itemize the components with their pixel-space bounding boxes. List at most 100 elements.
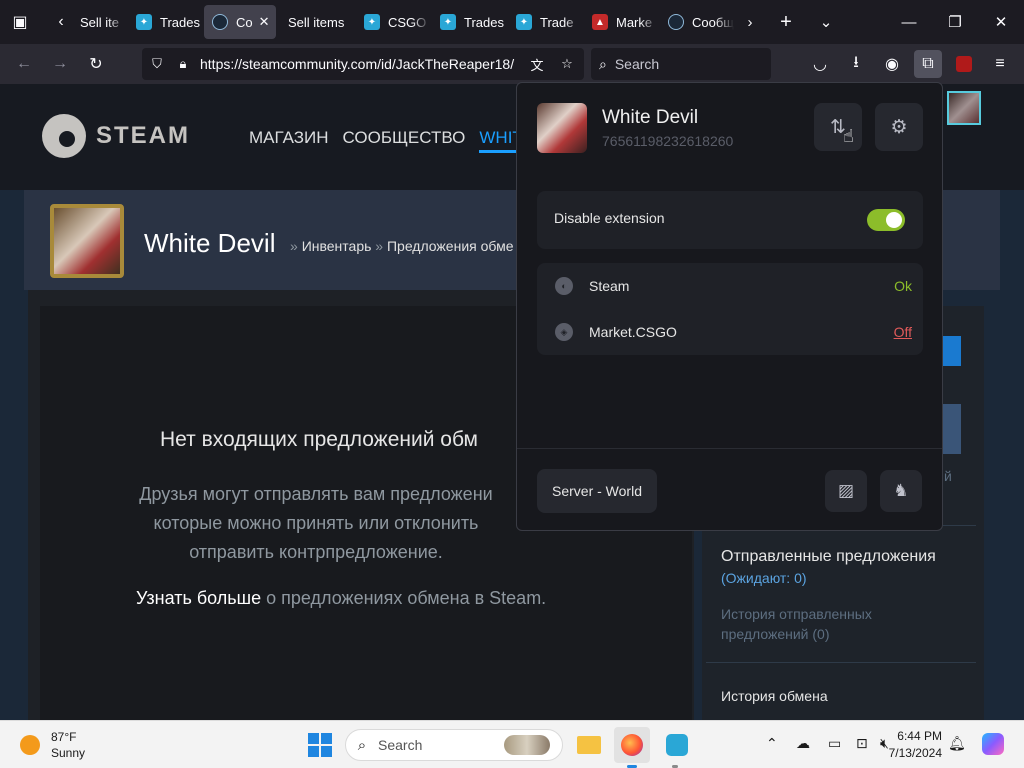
close-window-icon[interactable]: ✕ bbox=[978, 0, 1024, 44]
nav-store[interactable]: МАГАЗИН bbox=[249, 128, 328, 153]
tab-label: Trades bbox=[464, 14, 504, 30]
show-hidden-icons-chevron-icon[interactable]: ⌃ bbox=[766, 735, 778, 752]
extension-user-name: White Devil bbox=[602, 107, 699, 128]
close-tab-icon[interactable]: ✕ bbox=[259, 14, 270, 30]
search-icon: ⌕ bbox=[357, 736, 367, 754]
pocket-icon[interactable]: ◡ bbox=[806, 50, 834, 78]
mouse-cursor-icon: ☝ bbox=[843, 126, 854, 146]
notifications-bell-icon[interactable]: 🔔︎ bbox=[948, 735, 966, 752]
sidebar-divider bbox=[706, 662, 976, 663]
dota2-icon[interactable]: ▨ bbox=[825, 470, 867, 512]
sidebar-secondary-button[interactable] bbox=[942, 404, 961, 454]
profile-avatar[interactable] bbox=[50, 204, 124, 278]
learn-more-line: Узнать больше о предложениях обмена в St… bbox=[136, 588, 546, 609]
windows-start-icon[interactable] bbox=[308, 733, 332, 757]
taskbar-search-label: Search bbox=[378, 737, 423, 753]
sent-offers-title[interactable]: Отправленные предложения bbox=[721, 548, 936, 566]
service-status-ok: Ok bbox=[894, 278, 912, 294]
sidebar-hint-text: й bbox=[944, 468, 952, 484]
tab-list-chevron-icon[interactable]: ⌄ bbox=[803, 0, 849, 44]
tab-trade[interactable]: ✦ Trade bbox=[508, 5, 582, 39]
url-text[interactable]: https://steamcommunity.com/id/JackTheRea… bbox=[200, 56, 520, 72]
translate-icon[interactable]: 文 bbox=[522, 55, 552, 74]
tab-steam-community[interactable]: Co ✕ bbox=[204, 5, 276, 39]
file-explorer-icon[interactable] bbox=[571, 727, 607, 763]
breadcrumb-inventory[interactable]: Инвентарь bbox=[302, 238, 372, 254]
steam-logo[interactable]: STEAM bbox=[42, 114, 190, 158]
learn-more-text: о предложениях обмена в Steam. bbox=[266, 588, 547, 608]
bookmark-star-icon[interactable]: ☆ bbox=[552, 56, 582, 72]
header-avatar[interactable] bbox=[947, 91, 981, 125]
account-icon[interactable]: ◉ bbox=[878, 50, 906, 78]
tab-csgo[interactable]: ✦ CSGO bbox=[356, 5, 430, 39]
disable-extension-label: Disable extension bbox=[554, 210, 665, 226]
server-select-button[interactable]: Server - World bbox=[537, 469, 657, 513]
ublock-icon[interactable] bbox=[950, 50, 978, 78]
market-icon: ▲ bbox=[592, 14, 608, 30]
maximize-icon[interactable]: ❐ bbox=[932, 0, 978, 44]
steam-logo-text: STEAM bbox=[96, 122, 190, 149]
market-csgo-icon: ◈ bbox=[555, 323, 573, 341]
display-icon[interactable]: ▭ bbox=[828, 735, 841, 752]
sent-offers-count[interactable]: (Ожидают: 0) bbox=[721, 570, 807, 586]
weather-temperature[interactable]: 87°F bbox=[51, 730, 76, 744]
forward-icon[interactable]: → bbox=[46, 50, 74, 78]
url-bar[interactable]: ⛉ 🔒︎ https://steamcommunity.com/id/JackT… bbox=[142, 48, 584, 80]
empty-state-description: Друзья могут отправлять вам предложени к… bbox=[139, 484, 493, 562]
csgo-icon: ✦ bbox=[440, 14, 456, 30]
back-icon[interactable]: ← bbox=[10, 50, 38, 78]
reload-icon[interactable]: ↻ bbox=[82, 50, 110, 78]
swap-arrows-icon[interactable]: ⇅ bbox=[814, 103, 862, 151]
shield-icon[interactable]: ⛉ bbox=[142, 56, 172, 72]
extensions-puzzle-icon[interactable]: ⧉ bbox=[914, 50, 942, 78]
cloud-offline-icon[interactable]: ☁ bbox=[796, 735, 810, 752]
taskbar-search[interactable]: ⌕ Search bbox=[345, 729, 563, 761]
breadcrumb: » Инвентарь » Предложения обме bbox=[290, 238, 514, 254]
disable-extension-toggle[interactable] bbox=[867, 209, 905, 231]
clock-date[interactable]: 7/13/2024 bbox=[882, 746, 942, 760]
weather-description[interactable]: Sunny bbox=[51, 746, 85, 760]
sent-offers-history[interactable]: История отправленных предложений (0) bbox=[721, 604, 921, 644]
settings-gear-icon[interactable]: ⚙ bbox=[875, 103, 923, 151]
copilot-icon[interactable] bbox=[982, 733, 1004, 755]
nav-community[interactable]: СООБЩЕСТВО bbox=[342, 128, 465, 153]
search-placeholder: Search bbox=[614, 56, 660, 72]
learn-more-link[interactable]: Узнать больше bbox=[136, 588, 261, 608]
csgo-app-icon[interactable] bbox=[659, 727, 695, 763]
extension-steam-id: 76561198232618260 bbox=[602, 133, 734, 149]
network-icon[interactable]: ⊡ bbox=[856, 735, 868, 752]
list-all-tabs-icon[interactable]: ▣ bbox=[0, 0, 40, 44]
steam-main-nav: МАГАЗИН СООБЩЕСТВО WHITE bbox=[249, 128, 535, 153]
firefox-icon[interactable] bbox=[614, 727, 650, 763]
breadcrumb-separator: » bbox=[375, 238, 384, 254]
profile-name[interactable]: White Devil bbox=[144, 228, 275, 259]
tab-trades-2[interactable]: ✦ Trades bbox=[432, 5, 506, 39]
tab-sell-items-2[interactable]: Sell items bbox=[280, 5, 356, 39]
menu-hamburger-icon[interactable]: ≡ bbox=[986, 50, 1014, 78]
trade-history-link[interactable]: История обмена bbox=[721, 688, 828, 704]
downloads-icon[interactable]: ⭳ bbox=[842, 50, 870, 78]
breadcrumb-separator: » bbox=[290, 238, 298, 254]
tab-sell-items-1[interactable]: Sell ite bbox=[72, 5, 126, 39]
weather-sun-icon[interactable] bbox=[20, 735, 40, 755]
tab-market[interactable]: ▲ Marke bbox=[584, 5, 658, 39]
service-status-off[interactable]: Off bbox=[894, 324, 912, 340]
tab-steam-soobshchestvo[interactable]: Сообщ bbox=[660, 5, 734, 39]
tab-trades-1[interactable]: ✦ Trades bbox=[128, 5, 202, 39]
popup-divider bbox=[517, 448, 942, 449]
services-status-card: ◐ Steam Ok ◈ Market.CSGO Off bbox=[537, 263, 923, 355]
tab-label: Sell items bbox=[288, 14, 345, 30]
empty-state-title: Нет входящих предложений обм bbox=[160, 428, 478, 451]
csgo-soldier-icon[interactable]: ♞ bbox=[880, 470, 922, 512]
steam-icon bbox=[668, 14, 684, 30]
breadcrumb-trade-offers[interactable]: Предложения обме bbox=[387, 238, 514, 254]
search-highlight-image bbox=[504, 735, 550, 755]
sidebar-primary-button[interactable] bbox=[942, 336, 961, 366]
clock-time[interactable]: 6:44 PM bbox=[896, 729, 942, 743]
tab-label: Trades bbox=[160, 14, 200, 30]
csgo-icon: ✦ bbox=[136, 14, 152, 30]
minimize-icon[interactable]: — bbox=[886, 0, 932, 44]
lock-icon[interactable]: 🔒︎ bbox=[172, 56, 194, 72]
windows-taskbar: 87°F Sunny ⌕ Search ⌃ ☁ ▭ ⊡ 🔇︎ 6:44 PM 7… bbox=[0, 720, 1024, 768]
search-box[interactable]: ⌕ Search bbox=[591, 48, 771, 80]
